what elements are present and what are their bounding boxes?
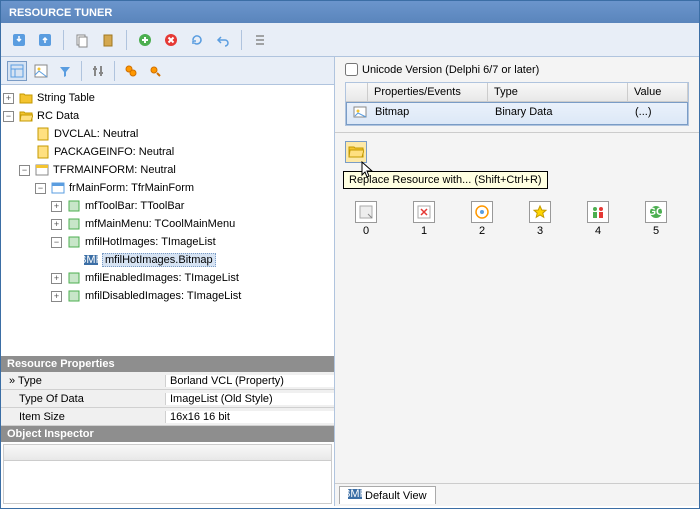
col-value: Value [628,83,688,101]
search-button[interactable] [121,61,141,81]
list-item[interactable]: GO5 [645,201,667,237]
object-inspector-header: Object Inspector [1,426,334,442]
collapse-icon[interactable]: − [3,111,14,122]
prop-row: Type Of DataImageList (Old Style) [1,390,334,408]
list-item[interactable]: 0 [355,201,377,237]
collapse-icon[interactable]: − [51,237,62,248]
expand-icon[interactable]: + [51,201,62,212]
tree-node-selected[interactable]: BMPmfilHotImages.Bitmap [3,251,332,269]
unicode-checkbox-row[interactable]: Unicode Version (Delphi 6/7 or later) [345,63,689,76]
refresh-button[interactable] [187,30,207,50]
copy-button[interactable] [72,30,92,50]
settings-button[interactable] [88,61,108,81]
table-row[interactable]: Bitmap Binary Data (...) [346,102,688,125]
left-toolbar [1,57,334,85]
folder-icon [18,91,34,105]
doc-icon [35,145,51,159]
svg-text:GO: GO [648,206,664,218]
title-bar: RESOURCE TUNER [1,1,699,23]
svg-text:BMP: BMP [84,255,98,265]
right-panel: Unicode Version (Delphi 6/7 or later) Pr… [335,57,699,506]
tree-view-button[interactable] [7,61,27,81]
tree-node[interactable]: +mfilEnabledImages: TImageList [3,269,332,287]
collapse-icon[interactable]: − [19,165,30,176]
component-icon [66,271,82,285]
list-item[interactable]: 3 [529,201,551,237]
resource-properties-header: Resource Properties [1,356,334,372]
image-list: 0 1 2 3 4 GO5 [345,193,689,237]
expand-icon[interactable]: + [51,219,62,230]
image-view-button[interactable] [31,61,51,81]
unicode-checkbox[interactable] [345,63,358,76]
replace-resource-button[interactable] [345,141,367,163]
doc-icon [35,127,51,141]
expand-icon[interactable]: + [51,291,62,302]
image-icon [353,109,367,121]
list-item[interactable]: 4 [587,201,609,237]
left-panel: +String Table −RC Data DVCLAL: Neutral P… [1,57,335,506]
folder-icon [348,144,364,161]
component-icon [66,199,82,213]
tree-node[interactable]: +String Table [3,89,332,107]
properties-table: Properties/Events Type Value Bitmap Bina… [345,82,689,126]
tree-node[interactable]: PACKAGEINFO: Neutral [3,143,332,161]
tree-node[interactable]: +mfToolBar: TToolBar [3,197,332,215]
folder-open-icon [18,109,34,123]
list-item[interactable]: 1 [413,201,435,237]
table-header: Properties/Events Type Value [346,83,688,102]
unicode-label: Unicode Version (Delphi 6/7 or later) [362,64,539,76]
tab-default-view[interactable]: BMP Default View [339,486,436,504]
col-properties: Properties/Events [368,83,488,101]
expand-icon[interactable]: + [3,93,14,104]
bottom-tabs: BMP Default View [335,483,699,506]
upload-button[interactable] [35,30,55,50]
list-button[interactable] [250,30,270,50]
delete-button[interactable] [161,30,181,50]
main-toolbar [1,23,699,57]
tree-node[interactable]: DVCLAL: Neutral [3,125,332,143]
collapse-icon[interactable]: − [35,183,46,194]
list-item[interactable]: 2 [471,201,493,237]
object-inspector[interactable] [3,444,332,504]
cursor-icon [361,161,375,182]
download-button[interactable] [9,30,29,50]
tree-node[interactable]: −frMainForm: TfrMainForm [3,179,332,197]
resource-properties-grid: » TypeBorland VCL (Property) Type Of Dat… [1,372,334,426]
tree-node[interactable]: −mfilHotImages: TImageList [3,233,332,251]
tree-node[interactable]: −TFRMAINFORM: Neutral [3,161,332,179]
add-button[interactable] [135,30,155,50]
resource-tree[interactable]: +String Table −RC Data DVCLAL: Neutral P… [1,85,334,356]
tree-node[interactable]: −RC Data [3,107,332,125]
window-title: RESOURCE TUNER [9,7,112,19]
bitmap-icon: BMP [83,253,99,267]
svg-text:BMP: BMP [348,489,362,499]
filter-button[interactable] [55,61,75,81]
form-icon [34,163,50,177]
col-type: Type [488,83,628,101]
component-icon [66,235,82,249]
paste-button[interactable] [98,30,118,50]
component-icon [66,289,82,303]
tree-node[interactable]: +mfilDisabledImages: TImageList [3,287,332,305]
component-icon [66,217,82,231]
prop-row: » TypeBorland VCL (Property) [1,372,334,390]
expand-icon[interactable]: + [51,273,62,284]
bitmap-icon: BMP [348,489,362,502]
tree-node[interactable]: +mfMainMenu: TCoolMainMenu [3,215,332,233]
search-next-button[interactable] [145,61,165,81]
undo-button[interactable] [213,30,233,50]
form-icon [50,181,66,195]
prop-row: Item Size16x16 16 bit [1,408,334,426]
